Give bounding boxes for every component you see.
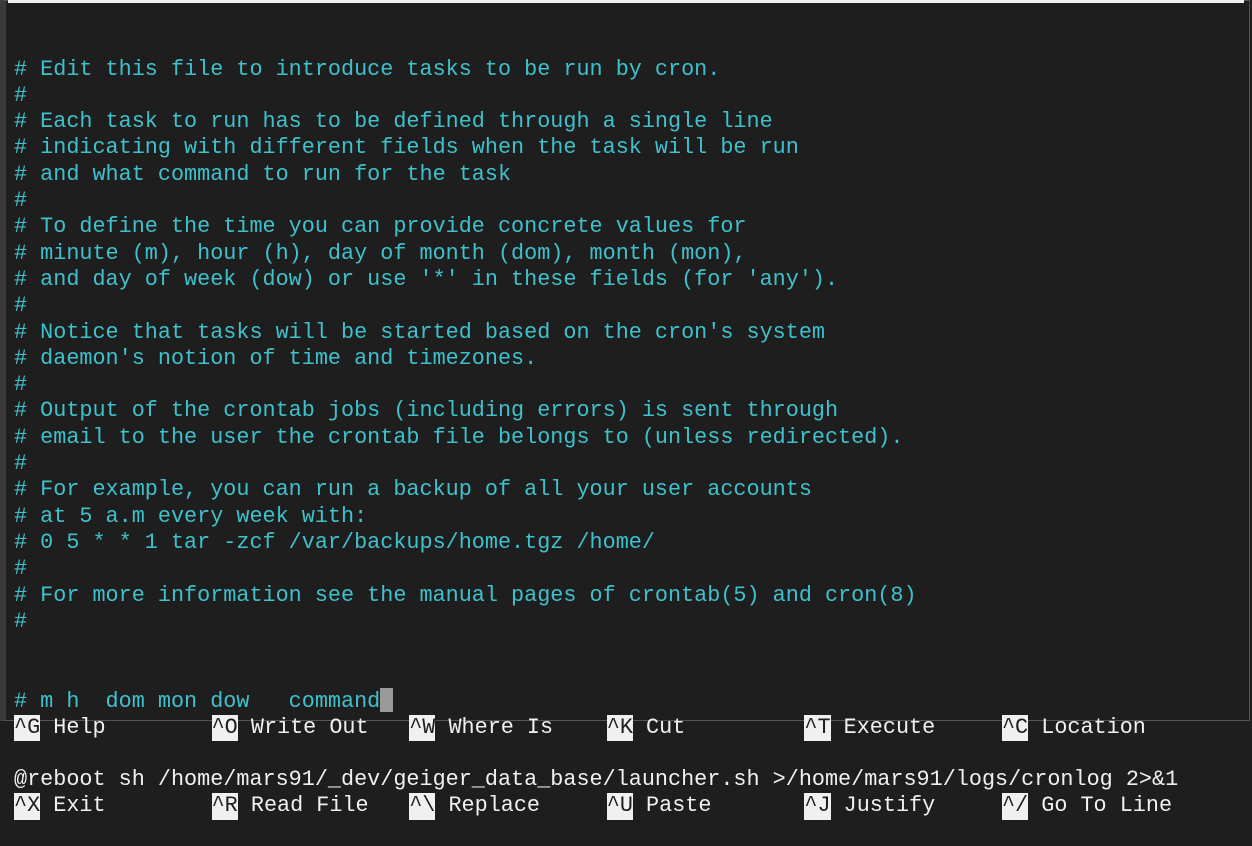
shortcut-key: ^/ (1001, 793, 1029, 820)
shortcut-label: Read File (250, 793, 369, 819)
shortcut-key: ^O (211, 714, 238, 741)
shortcut-label: Location (1041, 714, 1146, 740)
comment-line: # (14, 372, 28, 398)
shortcut-cut[interactable]: ^K Cut (606, 714, 805, 741)
shortcut-replace[interactable]: ^\ Replace (409, 793, 607, 820)
comment-line: # (14, 451, 28, 477)
shortcut-label: Write Out (250, 714, 369, 740)
shortcut-label: Replace (448, 793, 541, 819)
shortcut-key: ^\ (409, 793, 436, 820)
comment-line: # and day of week (dow) or use '*' in th… (14, 266, 839, 292)
comment-line: # minute (m), hour (h), day of month (do… (14, 240, 747, 266)
comment-line: # Notice that tasks will be started base… (14, 319, 825, 345)
comment-line: # To define the time you can provide con… (14, 214, 747, 240)
shortcut-write-out[interactable]: ^O Write Out (211, 714, 410, 741)
shortcut-label: Cut (646, 714, 686, 740)
shortcut-location[interactable]: ^C Location (1001, 714, 1200, 741)
comment-line: # (14, 82, 28, 108)
comment-line: # (14, 608, 28, 634)
shortcut-key: ^J (804, 793, 831, 820)
shortcut-label: Go To Line (1041, 793, 1173, 819)
comment-line: # Each task to run has to be defined thr… (14, 109, 773, 135)
shortcut-key: ^G (14, 714, 41, 741)
shortcut-label: Help (53, 714, 106, 740)
comment-line: # (14, 293, 28, 319)
comment-line: # email to the user the crontab file bel… (14, 424, 904, 450)
shortcut-label: Paste (646, 793, 712, 819)
shortcut-paste[interactable]: ^U Paste (606, 793, 805, 820)
shortcut-key: ^T (804, 714, 831, 741)
comment-line: # daemon's notion of time and timezones. (14, 345, 538, 371)
shortcut-label: Justify (843, 793, 936, 819)
nano-title-bar (8, 0, 1244, 3)
shortcut-label: Execute (843, 714, 936, 740)
shortcut-label: Where Is (448, 714, 554, 740)
shortcut-key: ^C (1001, 714, 1029, 741)
comment-line: # Output of the crontab jobs (including … (14, 398, 839, 424)
shortcut-key: ^R (211, 793, 238, 820)
comment-line: # For more information see the manual pa… (14, 582, 917, 608)
comment-line: # indicating with different fields when … (14, 135, 799, 161)
shortcut-label: Exit (53, 793, 106, 819)
shortcut-justify[interactable]: ^J Justify (804, 793, 1002, 820)
shortcut-read-file[interactable]: ^R Read File (211, 793, 410, 820)
comment-line: # (14, 188, 28, 214)
shortcut-bar: ^G Help ^O Write Out ^W Where Is ^K Cut ^T Execut… (14, 662, 1200, 846)
comment-line: # 0 5 * * 1 tar -zcf /var/backups/home.t… (14, 529, 655, 555)
comment-line: # Edit this file to introduce tasks to b… (14, 56, 721, 82)
shortcut-key: ^U (606, 793, 633, 820)
comment-line: # and what command to run for the task (14, 161, 512, 187)
comment-line: # at 5 a.m every week with: (14, 503, 368, 529)
shortcut-key: ^X (14, 793, 41, 820)
shortcut-exit[interactable]: ^X Exit (14, 793, 212, 820)
shortcut-execute[interactable]: ^T Execute (804, 714, 1002, 741)
shortcut-help[interactable]: ^G Help (14, 714, 212, 741)
comment-line: # For example, you can run a backup of a… (14, 477, 812, 503)
shortcut-key: ^W (409, 714, 436, 741)
comment-line: # (14, 556, 28, 582)
shortcut-where-is[interactable]: ^W Where Is (409, 714, 607, 741)
shortcut-key: ^K (606, 714, 633, 741)
shortcut-go-to-line[interactable]: ^/ Go To Line (1001, 793, 1200, 820)
